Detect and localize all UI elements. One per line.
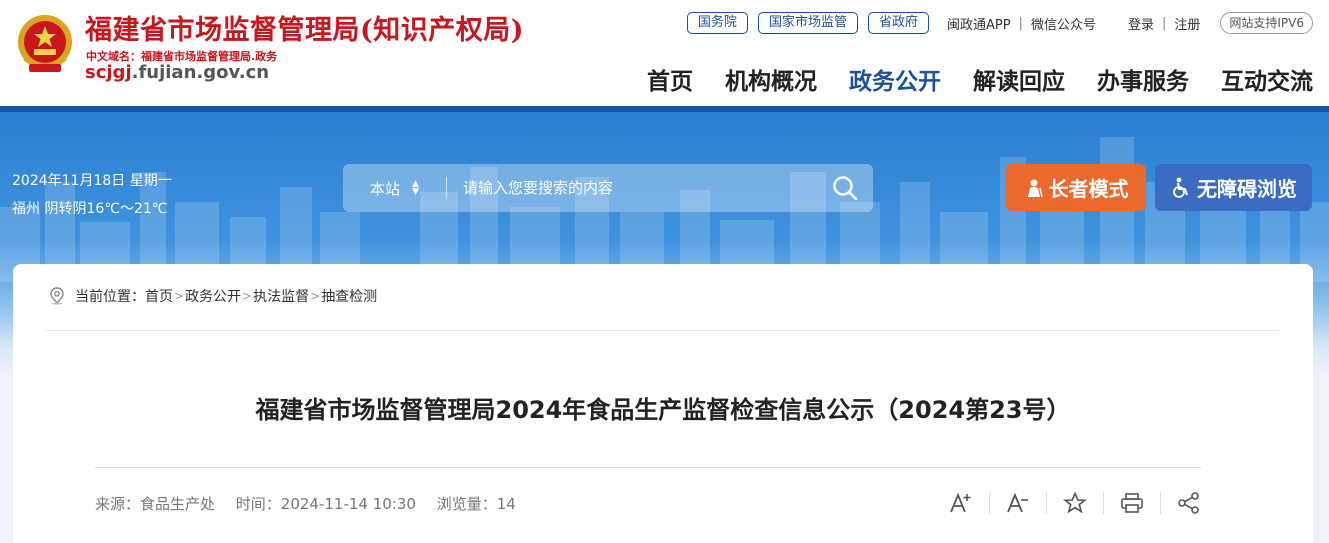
- link-guojia-scjg[interactable]: 国家市场监管: [757, 12, 858, 34]
- font-decrease-icon: [1007, 492, 1028, 513]
- weather-info: 福州 阴转阴16℃～21℃: [12, 201, 168, 217]
- search-bar: 本站 ▲ ▼: [343, 164, 873, 212]
- breadcrumb: 当前位置： 首页 > 政务公开 > 执法监督 > 抽查检测: [49, 286, 377, 306]
- divider: [45, 330, 1279, 331]
- elder-person-icon: [1027, 179, 1043, 197]
- font-increase-icon: [950, 492, 971, 513]
- share-button[interactable]: [1161, 490, 1217, 516]
- wheelchair-icon: [1173, 177, 1188, 198]
- ipv6-badge: 网站支持IPV6: [1220, 12, 1313, 34]
- share-icon: [1178, 492, 1199, 514]
- chevron-right-icon: >: [242, 289, 253, 303]
- breadcrumb-inspection[interactable]: 抽查检测: [321, 286, 377, 306]
- chevron-right-icon: >: [174, 289, 185, 303]
- search-icon: [833, 176, 858, 201]
- article-views: 浏览量：14: [436, 495, 516, 513]
- breadcrumb-prefix: 当前位置：: [75, 289, 145, 305]
- nav-organization[interactable]: 机构概况: [725, 62, 817, 96]
- article-meta: 来源：食品生产处 时间：2024-11-14 10:30 浏览量：14: [95, 493, 532, 514]
- accessibility-button[interactable]: 无障碍浏览: [1155, 164, 1312, 211]
- article-source: 来源：食品生产处: [95, 495, 216, 513]
- site-url: scjgj.fujian.gov.cn: [85, 62, 269, 83]
- login-link[interactable]: 登录: [1128, 14, 1154, 33]
- link-guowuyuan[interactable]: 国务院: [686, 12, 748, 34]
- article-time: 时间：2024-11-14 10:30: [235, 495, 416, 513]
- search-scope-label: 本站: [370, 179, 401, 198]
- article-card: 当前位置： 首页 > 政务公开 > 执法监督 > 抽查检测 福建省市场监督管理局…: [13, 264, 1313, 543]
- font-decrease-button[interactable]: [990, 490, 1046, 516]
- nav-interaction[interactable]: 互动交流: [1221, 62, 1313, 96]
- accessibility-label: 无障碍浏览: [1197, 177, 1297, 201]
- article-title: 福建省市场监督管理局2024年食品生产监督检查信息公示（2024第23号）: [255, 396, 1071, 424]
- search-scope-select[interactable]: 本站 ▲ ▼: [343, 177, 447, 199]
- breadcrumb-home[interactable]: 首页: [145, 286, 173, 306]
- divider: [95, 467, 1201, 468]
- nav-home[interactable]: 首页: [647, 62, 693, 96]
- star-icon: [1063, 492, 1087, 514]
- link-shengzhengfu[interactable]: 省政府: [867, 12, 929, 34]
- register-link[interactable]: 注册: [1174, 14, 1200, 33]
- printer-icon: [1121, 493, 1143, 513]
- search-input[interactable]: [447, 164, 817, 212]
- nav-interpretation[interactable]: 解读回应: [973, 62, 1065, 96]
- breadcrumb-gov-affairs[interactable]: 政务公开: [185, 286, 241, 306]
- print-button[interactable]: [1104, 490, 1160, 516]
- nav-gov-affairs[interactable]: 政务公开: [849, 62, 941, 96]
- link-mzt-app[interactable]: 闽政通APP: [947, 14, 1011, 33]
- separator: |: [1018, 15, 1023, 31]
- chevron-right-icon: >: [310, 289, 321, 303]
- article-tools: [933, 490, 1217, 516]
- elder-mode-label: 长者模式: [1048, 177, 1129, 201]
- site-name[interactable]: 福建省市场监督管理局(知识产权局): [85, 8, 524, 47]
- link-wechat[interactable]: 微信公众号: [1031, 14, 1096, 33]
- site-header: 福建省市场监督管理局(知识产权局) 中文域名：福建省市场监督管理局.政务 scj…: [0, 0, 1329, 108]
- font-increase-button[interactable]: [933, 490, 989, 516]
- elder-mode-button[interactable]: 长者模式: [1006, 164, 1146, 211]
- top-links: 国务院 国家市场监管 省政府 闽政通APP | 微信公众号 登录 | 注册 网站…: [686, 10, 1313, 36]
- date-weather: 2024年11月18日 星期一 福州 阴转阴16℃～21℃: [12, 167, 172, 223]
- search-button[interactable]: [817, 164, 873, 212]
- current-date: 2024年11月18日 星期一: [12, 173, 172, 189]
- location-pin-icon: [50, 287, 64, 305]
- nav-services[interactable]: 办事服务: [1097, 62, 1189, 96]
- url-suffix: .fujian.gov.cn: [131, 62, 270, 83]
- breadcrumb-enforcement[interactable]: 执法监督: [253, 286, 309, 306]
- national-emblem-icon: [18, 15, 72, 72]
- favorite-button[interactable]: [1047, 490, 1103, 516]
- sort-arrows-icon: ▲ ▼: [412, 179, 419, 197]
- main-nav: 首页 机构概况 政务公开 解读回应 办事服务 互动交流: [615, 62, 1313, 96]
- separator: |: [1161, 15, 1167, 31]
- url-prefix: scjgj: [85, 62, 132, 83]
